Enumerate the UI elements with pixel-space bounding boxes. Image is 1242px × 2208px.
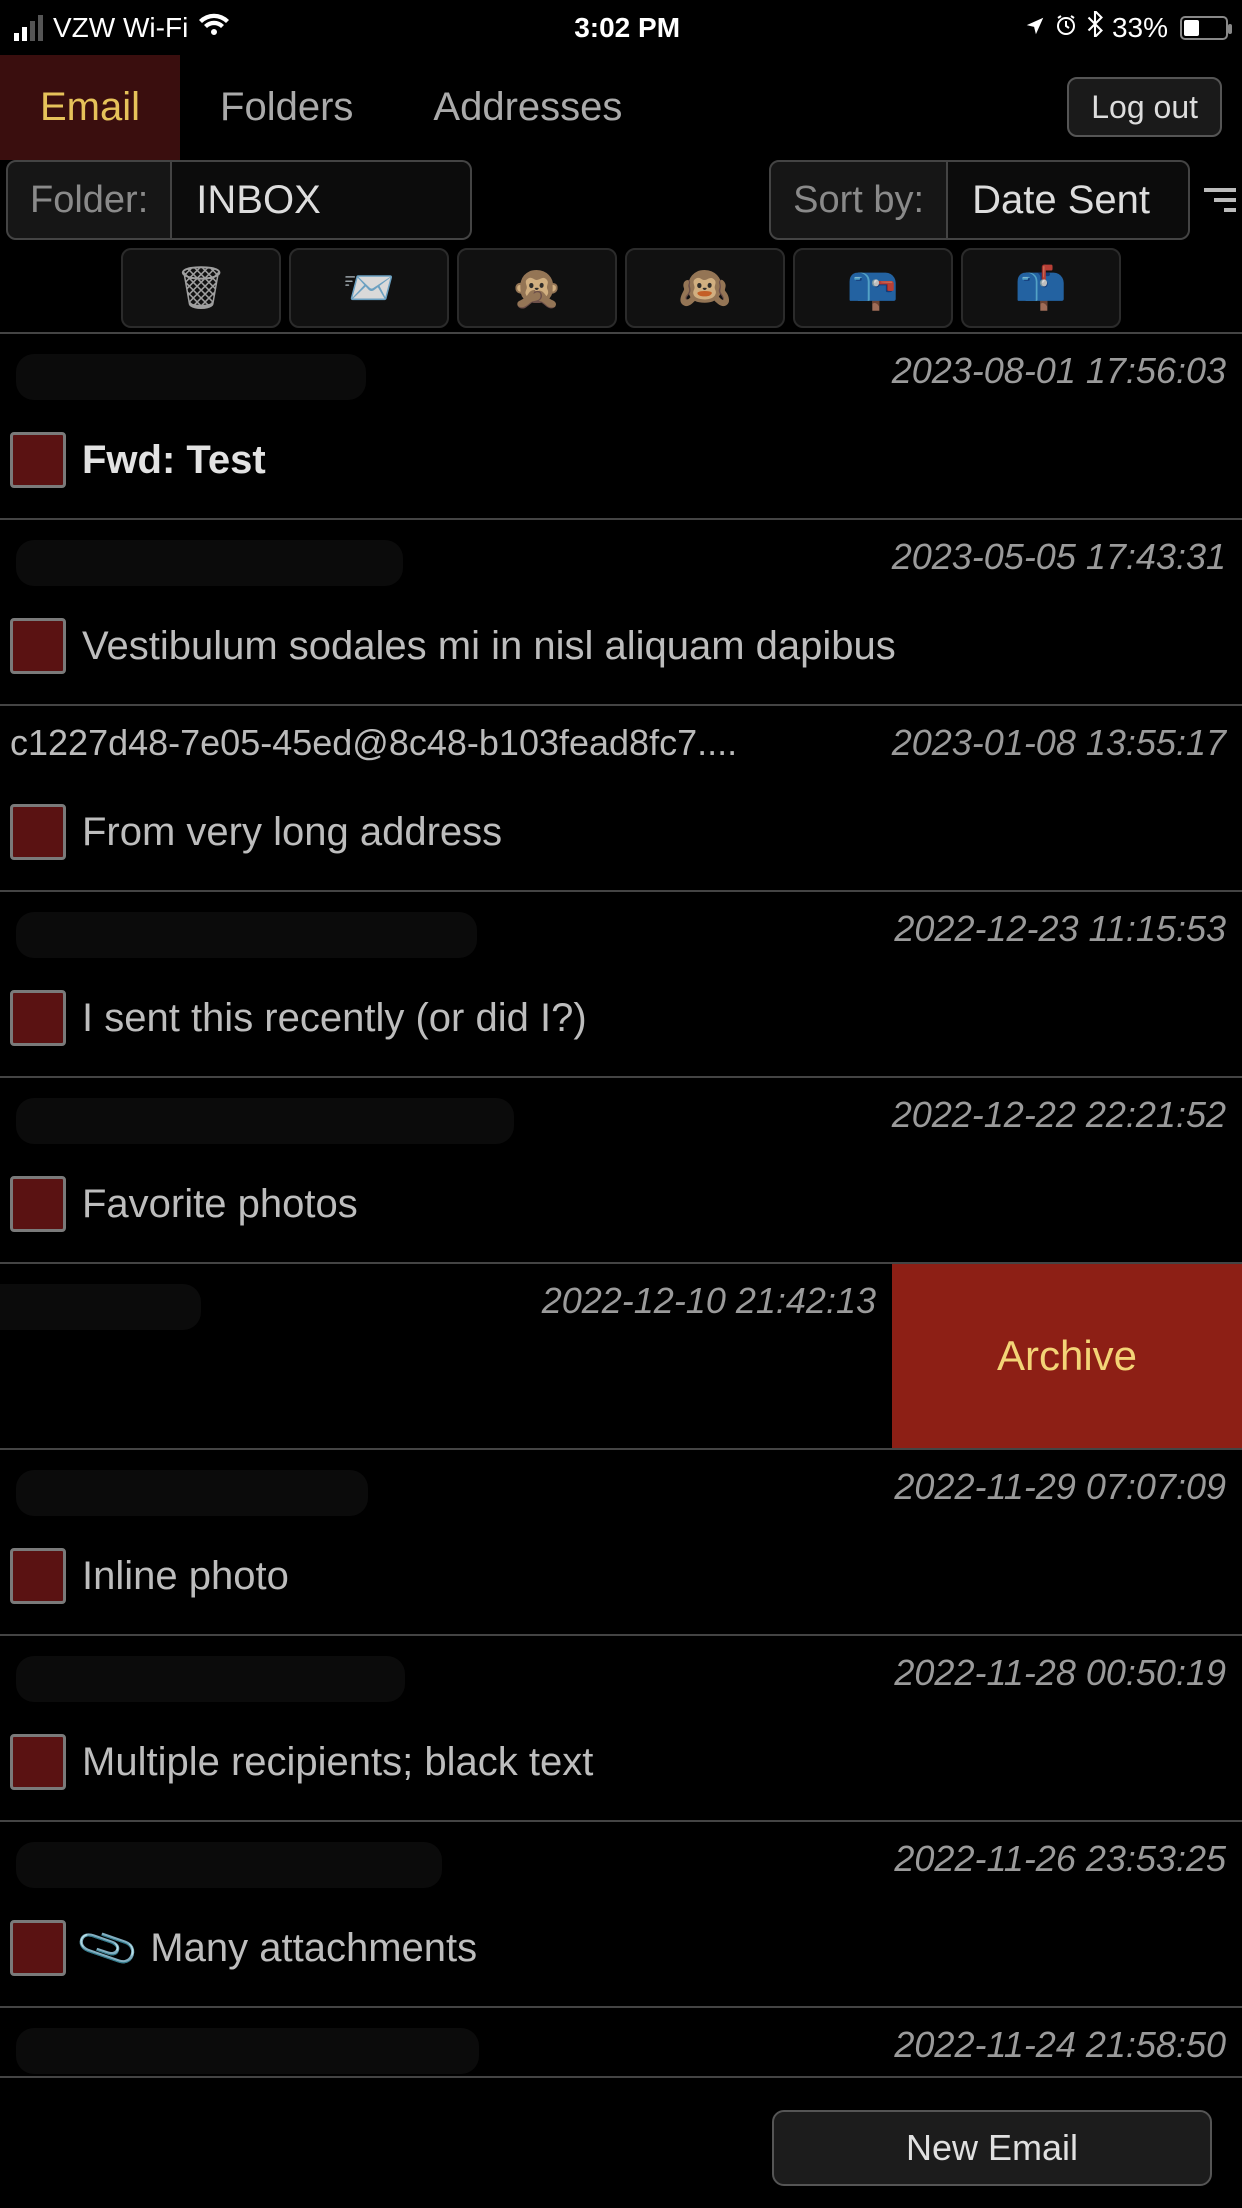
unarchive-button[interactable]: 📫 [961,248,1121,328]
email-sender [10,1460,882,1466]
mailbox-open-icon: 📫 [1015,264,1067,313]
alarm-icon [1054,12,1078,44]
email-checkbox[interactable] [10,1734,66,1790]
email-timestamp: 2022-11-24 21:58:50 [882,2018,1226,2066]
swipe-archive-button[interactable]: Archive [892,1264,1242,1448]
email-row[interactable]: 2022-11-28 00:50:19 Multiple recipients; … [0,1634,1242,1820]
mailbox-closed-icon: 📪 [847,264,899,313]
email-timestamp: 2022-11-26 23:53:25 [882,1832,1226,1880]
redacted-sender [16,1842,442,1888]
email-subject: Inline photo [82,1554,289,1599]
sort-direction-icon[interactable] [1190,160,1236,240]
email-row[interactable]: c1227d48-7e05-45ed@8c48-b103fead8fc7....… [0,704,1242,890]
redacted-sender [16,1656,405,1702]
email-sender [10,1646,882,1652]
redacted-sender [16,2028,479,2074]
logout-button[interactable]: Log out [1067,77,1222,137]
email-subject: Fwd: Test [82,438,266,483]
email-row[interactable]: 2023-08-01 17:56:03 Fwd: Test [0,332,1242,518]
email-timestamp: 2023-01-08 13:55:17 [880,716,1226,764]
redacted-sender [16,912,477,958]
redacted-sender [0,1284,201,1330]
mark-read-button[interactable]: 📨 [289,248,449,328]
folder-select[interactable]: INBOX [172,160,472,240]
not-spam-button[interactable]: 🙉 [625,248,785,328]
redacted-sender [16,354,366,400]
delete-button[interactable]: 🗑 [121,248,281,328]
email-sender [10,1832,882,1838]
email-subject: I sent this recently (or did I?) [82,996,587,1041]
tab-addresses[interactable]: Addresses [393,55,662,160]
envelope-icon: 📨 [343,264,395,313]
new-email-button[interactable]: New Email [772,2110,1212,2186]
attachment-icon: 📎 [73,1914,143,1983]
email-subject: Vestibulum sodales mi in nisl aliquam da… [82,624,896,669]
trash-icon: 🗑 [174,264,227,313]
email-timestamp: 2022-12-23 11:15:53 [882,902,1226,950]
email-sender [10,1088,880,1094]
sort-label: Sort by: [769,160,948,240]
email-row[interactable]: 2022-12-22 22:21:52 Favorite photos [0,1076,1242,1262]
email-subject: Favorite photos [82,1182,358,1227]
monkey-hear-icon: 🙉 [679,264,731,313]
battery-icon [1180,16,1228,40]
tab-folders[interactable]: Folders [180,55,393,160]
email-row[interactable]: 2022-11-26 23:53:25 📎Many attachments [0,1820,1242,2006]
battery-pct: 33% [1112,12,1168,44]
cell-signal-icon [14,15,43,41]
list-controls: Folder: INBOX Sort by: Date Sent [0,160,1242,240]
email-row[interactable]: 2022-12-10 21:42:13nagesArchive [0,1262,1242,1448]
clock: 3:02 PM [230,12,1024,44]
email-timestamp: 2022-12-10 21:42:13 [530,1274,876,1322]
email-timestamp: 2022-11-29 07:07:09 [882,1460,1226,1508]
email-sender [10,902,882,908]
email-checkbox[interactable] [10,1548,66,1604]
email-checkbox[interactable] [10,804,66,860]
email-checkbox[interactable] [10,1176,66,1232]
sort-select[interactable]: Date Sent [948,160,1190,240]
location-icon [1024,12,1046,44]
email-sender [0,1274,530,1280]
email-checkbox[interactable] [10,432,66,488]
spam-button[interactable]: 🙊 [457,248,617,328]
email-list[interactable]: 2023-08-01 17:56:03 Fwd: Test 2023-05-05 1… [0,332,1242,2078]
monkey-speak-icon: 🙊 [511,264,563,313]
redacted-sender [16,1098,514,1144]
redacted-sender [16,1470,368,1516]
email-timestamp: 2023-05-05 17:43:31 [880,530,1226,578]
email-checkbox[interactable] [10,618,66,674]
tab-bar: Email Folders Addresses Log out [0,55,1242,160]
email-sender [10,2018,882,2024]
email-sender [10,530,880,536]
email-timestamp: 2023-08-01 17:56:03 [880,344,1226,392]
email-checkbox[interactable] [10,990,66,1046]
status-bar: VZW Wi-Fi 3:02 PM 33% [0,0,1242,55]
bluetooth-icon [1086,11,1104,44]
carrier-label: VZW Wi-Fi [53,12,188,44]
tab-email[interactable]: Email [0,55,180,160]
archive-button[interactable]: 📪 [793,248,953,328]
folder-label: Folder: [6,160,172,240]
email-row[interactable]: 2022-12-23 11:15:53 I sent this recently … [0,890,1242,1076]
email-subject: Multiple recipients; black text [82,1740,593,1785]
wifi-icon [198,11,230,45]
email-sender: c1227d48-7e05-45ed@8c48-b103fead8fc7.... [10,716,880,764]
email-row[interactable]: 2022-11-29 07:07:09 Inline photo [0,1448,1242,1634]
email-subject: From very long address [82,810,502,855]
bulk-action-bar: 🗑 📨 🙊 🙉 📪 📫 [0,240,1242,332]
email-row[interactable]: 2023-05-05 17:43:31 Vestibulum sodales mi… [0,518,1242,704]
email-timestamp: 2022-11-28 00:50:19 [882,1646,1226,1694]
email-sender [10,344,880,350]
redacted-sender [16,540,403,586]
email-checkbox[interactable] [10,1920,66,1976]
email-row[interactable]: 2022-11-24 21:58:50 [0,2006,1242,2078]
email-timestamp: 2022-12-22 22:21:52 [880,1088,1226,1136]
email-subject: Many attachments [150,1926,477,1971]
